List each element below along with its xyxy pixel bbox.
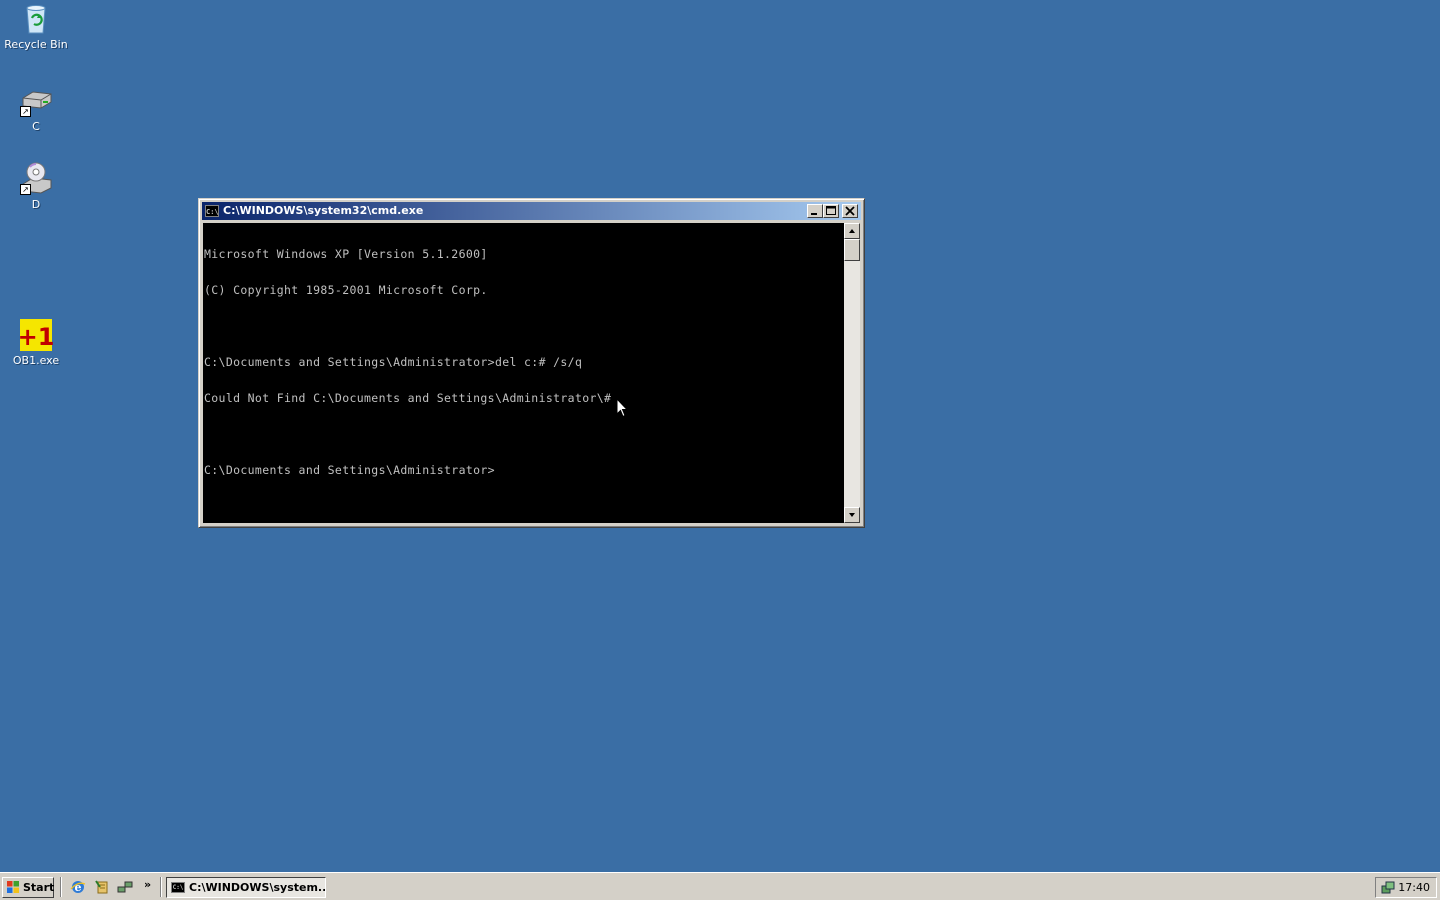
- network-connection-icon[interactable]: [1380, 880, 1396, 896]
- ob1-executable-icon: +1: [18, 318, 54, 352]
- desktop-icon-label: Recycle Bin: [4, 38, 68, 51]
- taskbar: Start e » C:\ C:\WINDOWS\system... 17:40: [0, 872, 1440, 900]
- console-line: (C) Copyright 1985-2001 Microsoft Corp.: [204, 283, 488, 297]
- vertical-scrollbar[interactable]: [844, 223, 860, 523]
- console-output[interactable]: Microsoft Windows XP [Version 5.1.2600] …: [203, 223, 844, 523]
- console-line: Microsoft Windows XP [Version 5.1.2600]: [204, 247, 488, 261]
- cmd-icon: C:\: [171, 882, 185, 893]
- arrow-up-icon: [849, 229, 855, 233]
- shortcut-arrow-icon: ↗: [20, 184, 31, 195]
- taskbar-divider: [60, 877, 62, 897]
- system-tray: 17:40: [1375, 877, 1437, 898]
- desktop-icon-recycle-bin[interactable]: Recycle Bin: [0, 2, 72, 51]
- taskbar-button-cmd[interactable]: C:\ C:\WINDOWS\system...: [166, 877, 326, 898]
- scrollbar-thumb[interactable]: [844, 239, 860, 261]
- maximize-icon: [826, 206, 836, 215]
- desktop-icon-label: C: [32, 120, 40, 133]
- close-icon: [845, 206, 855, 216]
- svg-text:+1: +1: [19, 323, 53, 351]
- minimize-icon: [811, 213, 817, 215]
- console-prompt-line: C:\Documents and Settings\Administrator>: [204, 463, 495, 477]
- taskbar-button-label: C:\WINDOWS\system...: [189, 881, 326, 894]
- cd-drive-icon: ↗: [19, 162, 53, 196]
- start-label: Start: [23, 881, 55, 894]
- minimize-button[interactable]: [807, 204, 823, 218]
- window-title: C:\WINDOWS\system32\cmd.exe: [223, 204, 424, 217]
- desktop-icon-label: D: [31, 198, 41, 211]
- start-button[interactable]: Start: [2, 877, 54, 898]
- outlook-express-icon[interactable]: [94, 879, 110, 895]
- desktop-icon-d-drive[interactable]: ↗ D: [0, 162, 72, 211]
- scroll-down-button[interactable]: [844, 507, 860, 523]
- cmd-window[interactable]: C:\ C:\WINDOWS\system32\cmd.exe Microsof…: [198, 198, 865, 528]
- cmd-icon: C:\: [205, 205, 219, 217]
- close-button[interactable]: [842, 204, 858, 218]
- desktop-icon-c-drive[interactable]: ↗ C: [0, 84, 72, 133]
- quicklaunch-more-button[interactable]: »: [144, 878, 151, 891]
- mouse-cursor-icon: [616, 398, 628, 418]
- desktop-icon-label: OB1.exe: [12, 354, 60, 367]
- hard-drive-icon: ↗: [19, 84, 53, 118]
- taskbar-divider: [160, 877, 162, 897]
- clock[interactable]: 17:40: [1398, 878, 1430, 897]
- console-line: C:\Documents and Settings\Administrator>…: [204, 355, 583, 369]
- internet-explorer-icon[interactable]: e: [70, 879, 86, 895]
- network-icon[interactable]: [117, 879, 133, 895]
- shortcut-arrow-icon: ↗: [20, 106, 31, 117]
- windows-logo-icon: [7, 881, 19, 893]
- recycle-bin-icon: [19, 2, 53, 36]
- maximize-button[interactable]: [823, 204, 839, 218]
- arrow-down-icon: [849, 513, 855, 517]
- window-titlebar[interactable]: C:\ C:\WINDOWS\system32\cmd.exe: [202, 202, 861, 220]
- desktop-icon-ob1-exe[interactable]: +1 OB1.exe: [0, 318, 72, 367]
- console-line: Could Not Find C:\Documents and Settings…: [204, 391, 612, 405]
- scroll-up-button[interactable]: [844, 223, 860, 239]
